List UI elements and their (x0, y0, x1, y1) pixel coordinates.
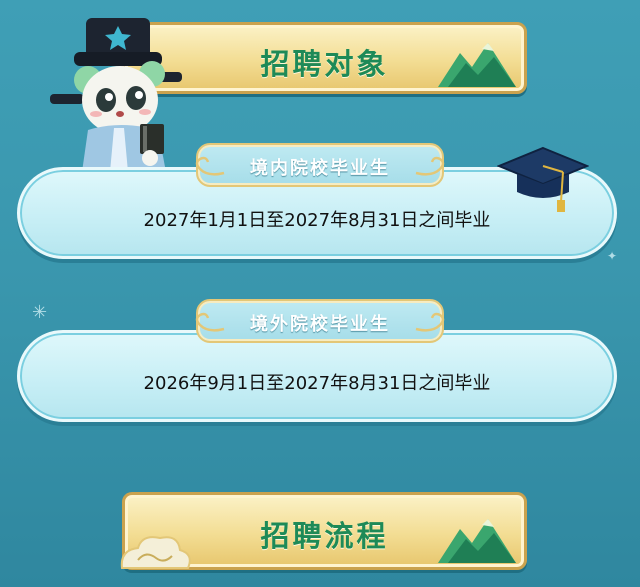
graduation-cap-icon (497, 146, 589, 212)
tag-label: 境外院校毕业生 (250, 314, 390, 335)
scholar-panda-mascot-icon (50, 18, 182, 172)
tag-label: 境内院校毕业生 (250, 158, 390, 179)
cloud-swirl-icon (415, 312, 445, 332)
cloud-swirl-icon (120, 536, 191, 569)
sparkle-icon: ✦ (607, 249, 618, 263)
domestic-graduates-tag: 境内院校毕业生 (195, 143, 445, 187)
mountain-decoration-icon (438, 43, 516, 87)
overseas-graduates-panel: 2026年9月1日至2027年8月31日之间毕业 (17, 330, 617, 422)
mountain-decoration-icon (438, 519, 516, 563)
overseas-graduates-tag: 境外院校毕业生 (195, 299, 445, 343)
cloud-swirl-icon (415, 156, 445, 176)
graduation-date-range: 2026年9月1日至2027年8月31日之间毕业 (143, 373, 491, 394)
sparkle-icon: ✳ (32, 302, 48, 323)
